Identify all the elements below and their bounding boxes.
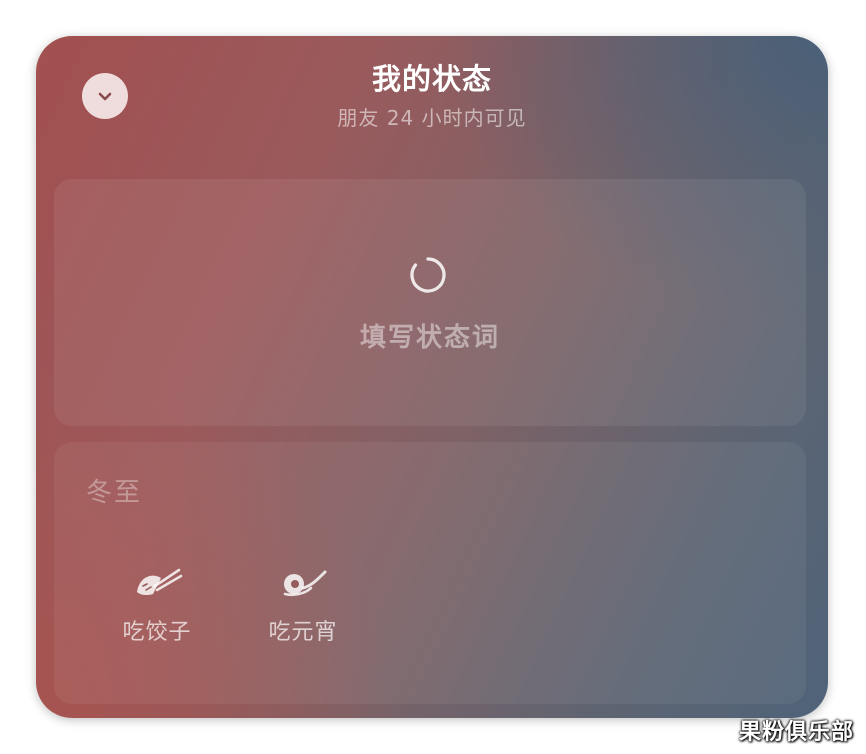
- watermark: 果粉俱乐部: [738, 720, 854, 745]
- option-label: 吃元宵: [268, 620, 338, 645]
- tangyuan-icon: [248, 560, 358, 604]
- loading-spinner-icon: [408, 255, 448, 295]
- season-section: 冬至 吃饺子 吃元宵: [54, 442, 806, 704]
- status-prompt: 填写状态词: [359, 323, 500, 353]
- option-tangyuan[interactable]: 吃元宵: [248, 560, 358, 660]
- status-input-card[interactable]: 填写状态词: [54, 179, 806, 426]
- page-subtitle: 朋友 24 小时内可见: [337, 106, 527, 130]
- screenshot-stage: 我的状态 朋友 24 小时内可见 填写状态词 冬至 吃饺子 吃元宵 果粉俱乐部: [0, 0, 866, 754]
- page-title: 我的状态: [371, 62, 492, 96]
- dumpling-icon: [102, 560, 212, 604]
- season-label: 冬至: [86, 478, 143, 508]
- status-sheet: 我的状态 朋友 24 小时内可见 填写状态词 冬至 吃饺子 吃元宵: [36, 36, 828, 718]
- option-label: 吃饺子: [122, 620, 192, 645]
- option-dumpling[interactable]: 吃饺子: [102, 560, 212, 660]
